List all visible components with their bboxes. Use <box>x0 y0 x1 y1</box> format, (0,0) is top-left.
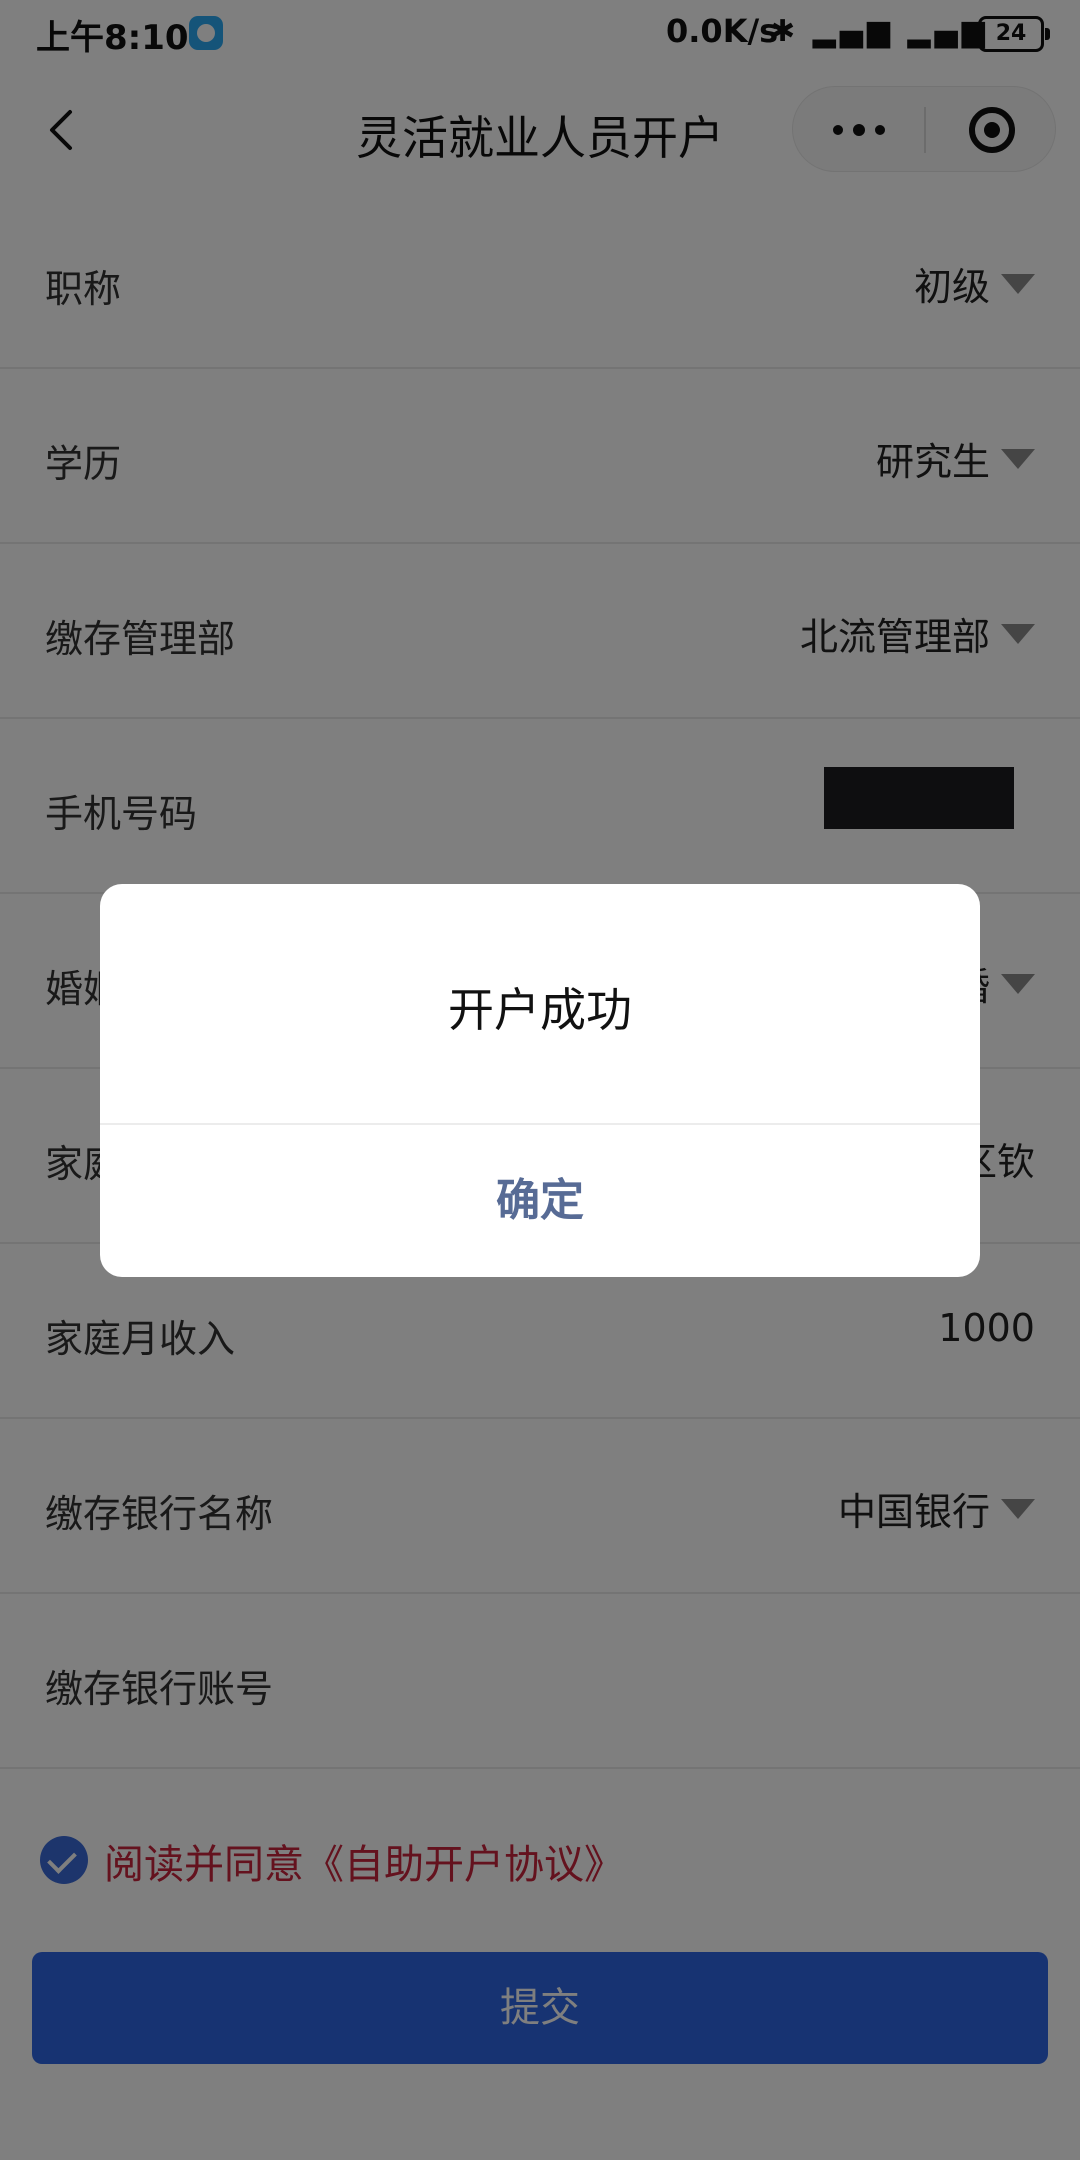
dialog-title: 开户成功 <box>448 983 632 1037</box>
confirm-button[interactable]: 确定 <box>100 1125 980 1277</box>
success-dialog: 开户成功 确定 <box>100 884 980 1277</box>
